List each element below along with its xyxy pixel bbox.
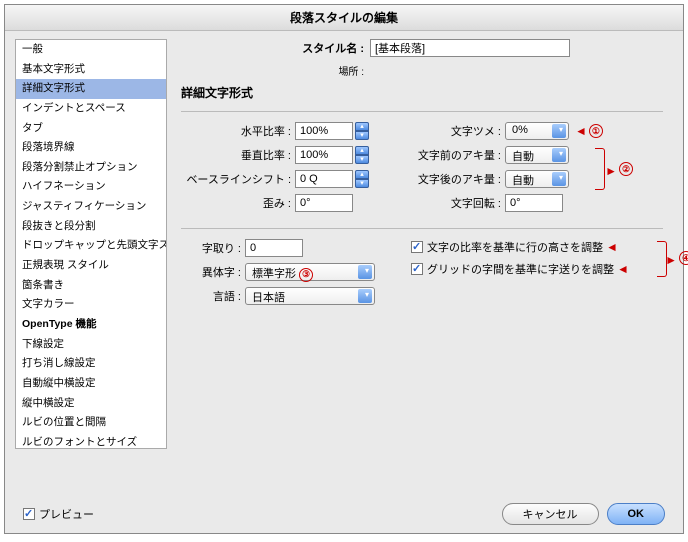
aki-after-label: 文字後のアキ量 : <box>401 171 501 187</box>
sidebar-item[interactable]: 一般 <box>16 40 166 60</box>
ok-button[interactable]: OK <box>607 503 666 525</box>
h-scale-stepper[interactable]: ▴▾ <box>355 122 369 140</box>
sidebar-item[interactable]: 基本文字形式 <box>16 60 166 80</box>
tsume-label: 文字ツメ : <box>401 123 501 139</box>
sidebar-item[interactable]: 自動縦中横設定 <box>16 374 166 394</box>
variant-label: 異体字 : <box>181 264 241 280</box>
grid-checkbox[interactable] <box>411 263 423 275</box>
sidebar-item[interactable]: タブ <box>16 119 166 139</box>
sidebar-item[interactable]: 段抜きと段分割 <box>16 217 166 237</box>
jidori-label: 字取り : <box>181 240 241 256</box>
annotation-4: ④ <box>679 251 688 265</box>
annotation-1: ① <box>589 124 603 138</box>
sidebar-item[interactable]: ドロップキャップと先頭文字スタイル <box>16 236 166 256</box>
sidebar-item[interactable]: OpenType 機能 <box>16 315 166 335</box>
lineheight-checkbox-label: 文字の比率を基準に行の高さを調整 <box>427 239 603 255</box>
sidebar-item[interactable]: 正規表現 スタイル <box>16 256 166 276</box>
tsume-combo[interactable]: 0% <box>505 122 569 140</box>
v-scale-stepper[interactable]: ▴▾ <box>355 146 369 164</box>
preview-label: プレビュー <box>39 506 94 522</box>
v-scale-input[interactable] <box>295 146 353 164</box>
sidebar-item[interactable]: 打ち消し線設定 <box>16 354 166 374</box>
sidebar-item[interactable]: 詳細文字形式 <box>16 79 166 99</box>
baseline-stepper[interactable]: ▴▾ <box>355 170 369 188</box>
skew-input[interactable] <box>295 194 353 212</box>
lineheight-checkbox[interactable] <box>411 241 423 253</box>
style-name-input[interactable] <box>370 39 570 57</box>
skew-label: 歪み : <box>181 195 291 211</box>
location-label: 場所 : <box>274 63 364 78</box>
sidebar-item[interactable]: 文字カラー <box>16 295 166 315</box>
aki-before-combo[interactable]: 自動 <box>505 146 569 164</box>
sidebar-item[interactable]: 段落分割禁止オプション <box>16 158 166 178</box>
sidebar-item[interactable]: 箇条書き <box>16 276 166 296</box>
annotation-3: ③ <box>299 268 313 282</box>
h-scale-input[interactable] <box>295 122 353 140</box>
sidebar-item[interactable]: ハイフネーション <box>16 177 166 197</box>
category-sidebar[interactable]: 一般基本文字形式詳細文字形式インデントとスペースタブ段落境界線段落分割禁止オプシ… <box>15 39 167 449</box>
lang-combo[interactable]: 日本語 <box>245 287 375 305</box>
sidebar-item[interactable]: ジャスティフィケーション <box>16 197 166 217</box>
jidori-input[interactable] <box>245 239 303 257</box>
dialog-title: 段落スタイルの編集 <box>5 5 683 31</box>
aki-before-label: 文字前のアキ量 : <box>401 147 501 163</box>
sidebar-item[interactable]: 縦中横設定 <box>16 394 166 414</box>
v-scale-label: 垂直比率 : <box>181 147 291 163</box>
variant-combo[interactable]: 標準字形 ③ <box>245 263 375 281</box>
cancel-button[interactable]: キャンセル <box>502 503 599 525</box>
sidebar-item[interactable]: 下線設定 <box>16 335 166 355</box>
sidebar-item[interactable]: 段落境界線 <box>16 138 166 158</box>
sidebar-item[interactable]: インデントとスペース <box>16 99 166 119</box>
annotation-2: ② <box>619 162 633 176</box>
style-name-label: スタイル名 : <box>274 40 364 56</box>
baseline-input[interactable] <box>295 170 353 188</box>
sidebar-item[interactable]: ルビの位置と間隔 <box>16 413 166 433</box>
lang-label: 言語 : <box>181 288 241 304</box>
rotate-label: 文字回転 : <box>401 195 501 211</box>
sidebar-item[interactable]: ルビのフォントとサイズ <box>16 433 166 449</box>
aki-after-combo[interactable]: 自動 <box>505 170 569 188</box>
h-scale-label: 水平比率 : <box>181 123 291 139</box>
rotate-input[interactable] <box>505 194 563 212</box>
baseline-label: ベースラインシフト : <box>181 171 291 187</box>
grid-checkbox-label: グリッドの字間を基準に字送りを調整 <box>427 261 614 277</box>
preview-checkbox[interactable] <box>23 508 35 520</box>
section-title: 詳細文字形式 <box>181 84 663 101</box>
